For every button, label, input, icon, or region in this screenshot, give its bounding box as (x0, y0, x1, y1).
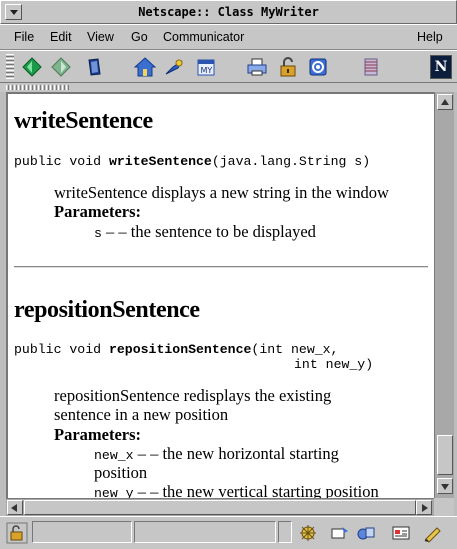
status-message (134, 521, 276, 543)
scroll-up-button[interactable] (437, 94, 453, 110)
menu-go[interactable]: Go (131, 30, 148, 44)
status-separator (278, 521, 292, 543)
scroll-right-button[interactable] (416, 500, 432, 515)
mail-icon[interactable] (356, 523, 376, 543)
menu-edit[interactable]: Edit (50, 30, 72, 44)
method-signature-writesentence: public void writeSentence(java.lang.Stri… (14, 154, 371, 169)
method-description: writeSentence displays a new string in t… (54, 183, 389, 202)
scroll-down-button[interactable] (437, 478, 453, 494)
menu-file[interactable]: File (14, 30, 34, 44)
location-bar-grip[interactable] (0, 83, 457, 92)
parameter-item: s – – the sentence to be displayed (94, 222, 316, 241)
security-lock-icon[interactable] (6, 522, 28, 544)
component-bar-icon[interactable] (298, 523, 318, 543)
back-icon[interactable] (21, 56, 43, 78)
menu-help[interactable]: Help (417, 30, 443, 44)
scroll-left-button[interactable] (7, 500, 23, 515)
parameters-label: Parameters: (54, 202, 142, 221)
method-heading-writesentence: writeSentence (14, 108, 153, 134)
shop-icon[interactable] (307, 56, 329, 78)
edit-icon[interactable] (423, 523, 443, 543)
vertical-scrollbar[interactable] (434, 92, 454, 498)
page-content: writeSentence public void writeSentence(… (6, 92, 434, 498)
home-icon[interactable] (134, 56, 156, 78)
section-divider (14, 266, 428, 268)
progress-field (32, 521, 132, 543)
netscape-logo[interactable]: N (430, 55, 452, 79)
method-heading-repositionsentence: repositionSentence (14, 297, 200, 323)
menu-communicator[interactable]: Communicator (163, 30, 244, 44)
title-bar: Netscape:: Class MyWriter (0, 0, 457, 24)
print-icon[interactable] (246, 56, 268, 78)
my-netscape-icon[interactable]: MY (195, 56, 217, 78)
parameter-item-continuation: position (94, 463, 148, 482)
vertical-scroll-thumb[interactable] (437, 435, 453, 475)
menu-view[interactable]: View (87, 30, 114, 44)
horizontal-scrollbar[interactable] (6, 498, 434, 516)
forward-icon[interactable] (50, 56, 72, 78)
parameter-item: new_y – – the new vertical starting posi… (94, 482, 379, 498)
method-description-continuation: sentence in a new position (54, 405, 229, 424)
svg-text:MY: MY (201, 66, 213, 75)
navigation-toolbar: MY N (0, 50, 457, 83)
method-signature-continuation: int new_y) (294, 357, 374, 372)
search-icon[interactable] (163, 56, 185, 78)
stop-icon[interactable] (360, 56, 382, 78)
method-description: repositionSentence redisplays the existi… (54, 386, 332, 405)
security-icon[interactable] (277, 56, 299, 78)
horizontal-scroll-thumb[interactable] (24, 500, 416, 515)
navigator-icon[interactable] (330, 523, 350, 543)
composer-icon[interactable] (391, 523, 411, 543)
toolbar-grip[interactable] (6, 54, 14, 80)
parameter-item: new_x – – the new horizontal starting (94, 444, 339, 463)
status-bar (0, 516, 457, 549)
window-title: Netscape:: Class MyWriter (138, 5, 319, 19)
scrollbar-corner (434, 498, 454, 516)
reload-icon[interactable] (83, 56, 105, 78)
parameters-label: Parameters: (54, 425, 142, 444)
method-signature-repositionsentence: public void repositionSentence(int new_x… (14, 342, 339, 357)
menu-bar: File Edit View Go Communicator Help (0, 24, 457, 50)
